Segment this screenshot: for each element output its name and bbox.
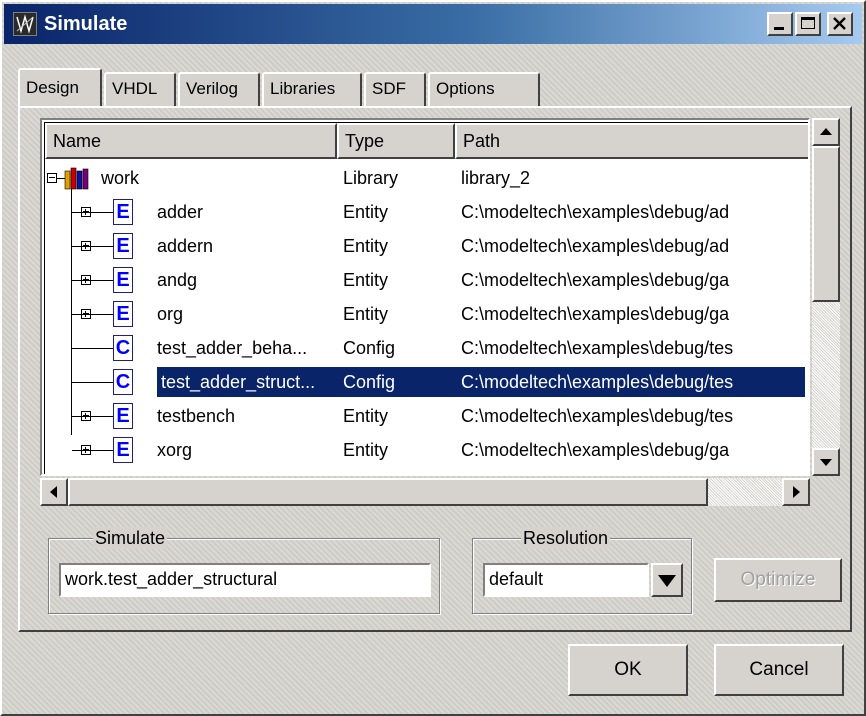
row-path: C:\modeltech\examples\debug/ga xyxy=(461,440,730,460)
title-bar[interactable]: Simulate xyxy=(4,4,862,44)
optimize-button[interactable]: Optimize xyxy=(714,558,842,602)
maximize-icon xyxy=(801,17,815,29)
row-type: Config xyxy=(343,372,396,392)
column-header-type[interactable]: Type xyxy=(337,123,455,159)
row-type: Entity xyxy=(343,236,389,256)
tree-row-andg[interactable]: E andg Entity C:\modeltech\examples\debu… xyxy=(45,263,805,297)
row-type: Library xyxy=(343,168,399,188)
row-path: C:\modeltech\examples\debug/tes xyxy=(461,372,734,392)
config-icon: C xyxy=(113,369,133,395)
tab-libraries[interactable]: Libraries xyxy=(262,72,362,106)
row-name: xorg xyxy=(157,440,193,460)
tab-sdf[interactable]: SDF xyxy=(364,72,426,106)
tree-line xyxy=(72,416,114,417)
resolution-group-label: Resolution xyxy=(521,527,611,549)
entity-icon: E xyxy=(113,437,133,463)
tree-line xyxy=(72,246,114,247)
design-list-body: Name Type Path work Library library_2 E … xyxy=(44,122,808,474)
tree-row-adder[interactable]: E adder Entity C:\modeltech\examples\deb… xyxy=(45,195,805,229)
resolution-select[interactable]: default xyxy=(483,563,649,597)
row-name: test_adder_beha... xyxy=(157,338,308,358)
scroll-down-button[interactable] xyxy=(812,448,840,476)
row-path: C:\modeltech\examples\debug/tes xyxy=(461,406,734,426)
row-path: library_2 xyxy=(461,168,531,188)
window-title: Simulate xyxy=(44,13,128,35)
ok-button[interactable]: OK xyxy=(568,644,688,696)
row-name: testbench xyxy=(157,406,236,426)
tab-options[interactable]: Options xyxy=(428,72,540,106)
scroll-up-button[interactable] xyxy=(812,118,840,146)
resolution-group: Resolution default xyxy=(472,527,692,614)
resolution-dropdown-button[interactable] xyxy=(651,563,683,597)
row-path: C:\modeltech\examples\debug/ga xyxy=(461,270,730,290)
row-type: Entity xyxy=(343,304,389,324)
arrow-right-icon xyxy=(793,486,800,498)
entity-icon: E xyxy=(113,233,133,259)
simulate-group-label: Simulate xyxy=(93,527,168,549)
row-name: andg xyxy=(157,270,198,290)
row-name: adder xyxy=(157,202,204,222)
scroll-right-button[interactable] xyxy=(782,478,810,506)
entity-icon: E xyxy=(113,301,133,327)
arrow-up-icon xyxy=(820,128,832,135)
chevron-down-icon xyxy=(658,575,676,587)
tree-line xyxy=(72,450,114,451)
scroll-left-button[interactable] xyxy=(40,478,68,506)
row-name: test_adder_struct... xyxy=(161,372,316,392)
simulate-group: Simulate work.test_adder_structural xyxy=(48,527,440,614)
tree-row-org[interactable]: E org Entity C:\modeltech\examples\debug… xyxy=(45,297,805,331)
tree-row-xorg[interactable]: E xorg Entity C:\modeltech\examples\debu… xyxy=(45,433,805,467)
tree-row-test-adder-behavioral[interactable]: C test_adder_beha... Config C:\modeltech… xyxy=(45,331,805,365)
vertical-scrollbar[interactable] xyxy=(812,118,840,476)
tree-row-testbench[interactable]: E testbench Entity C:\modeltech\examples… xyxy=(45,399,805,433)
entity-icon: E xyxy=(113,267,133,293)
tree-row-addern[interactable]: E addern Entity C:\modeltech\examples\de… xyxy=(45,229,805,263)
row-path: C:\modeltech\examples\debug/ad xyxy=(461,202,730,222)
row-path: C:\modeltech\examples\debug/ga xyxy=(461,304,730,324)
tab-verilog[interactable]: Verilog xyxy=(178,72,260,106)
tree-line xyxy=(72,212,114,213)
column-header-path[interactable]: Path xyxy=(455,123,808,159)
close-button[interactable] xyxy=(827,12,853,36)
tree-line xyxy=(72,348,114,349)
row-type: Entity xyxy=(343,406,389,426)
close-icon xyxy=(833,17,846,30)
row-type: Entity xyxy=(343,440,389,460)
row-type: Entity xyxy=(343,270,389,290)
row-path: C:\modeltech\examples\debug/ad xyxy=(461,236,730,256)
row-name: work xyxy=(101,168,140,188)
row-name: addern xyxy=(157,236,214,256)
config-icon: C xyxy=(113,335,133,361)
arrow-left-icon xyxy=(50,486,57,498)
tree-line xyxy=(72,280,114,281)
simulate-dialog: Simulate Design VHDL Verilog Libraries S… xyxy=(0,0,866,716)
minimize-icon xyxy=(774,27,784,30)
design-list[interactable]: Name Type Path work Library library_2 E … xyxy=(40,118,810,476)
row-type: Entity xyxy=(343,202,389,222)
arrow-down-icon xyxy=(820,459,832,466)
horizontal-scroll-thumb[interactable] xyxy=(68,478,708,506)
entity-icon: E xyxy=(113,403,133,429)
tree-row-test-adder-structural[interactable]: C test_adder_struct... Config C:\modelte… xyxy=(45,365,805,399)
simulate-design-input[interactable]: work.test_adder_structural xyxy=(59,563,431,597)
row-name: org xyxy=(157,304,184,324)
horizontal-scrollbar[interactable] xyxy=(40,478,810,506)
entity-icon: E xyxy=(113,199,133,225)
maximize-button[interactable] xyxy=(795,12,821,36)
modelsim-app-icon xyxy=(13,12,37,36)
tree-line xyxy=(72,314,114,315)
tab-design[interactable]: Design xyxy=(18,68,102,106)
cancel-button[interactable]: Cancel xyxy=(714,644,844,696)
row-type: Config xyxy=(343,338,396,358)
minimize-button[interactable] xyxy=(767,12,793,36)
row-path: C:\modeltech\examples\debug/tes xyxy=(461,338,734,358)
tree-row-work[interactable]: work Library library_2 xyxy=(45,161,805,195)
tab-vhdl[interactable]: VHDL xyxy=(104,72,176,106)
column-header-name[interactable]: Name xyxy=(45,123,337,159)
vertical-scroll-thumb[interactable] xyxy=(812,146,840,302)
tree-line xyxy=(72,382,114,383)
collapse-icon[interactable] xyxy=(47,173,57,183)
library-icon xyxy=(64,167,89,190)
